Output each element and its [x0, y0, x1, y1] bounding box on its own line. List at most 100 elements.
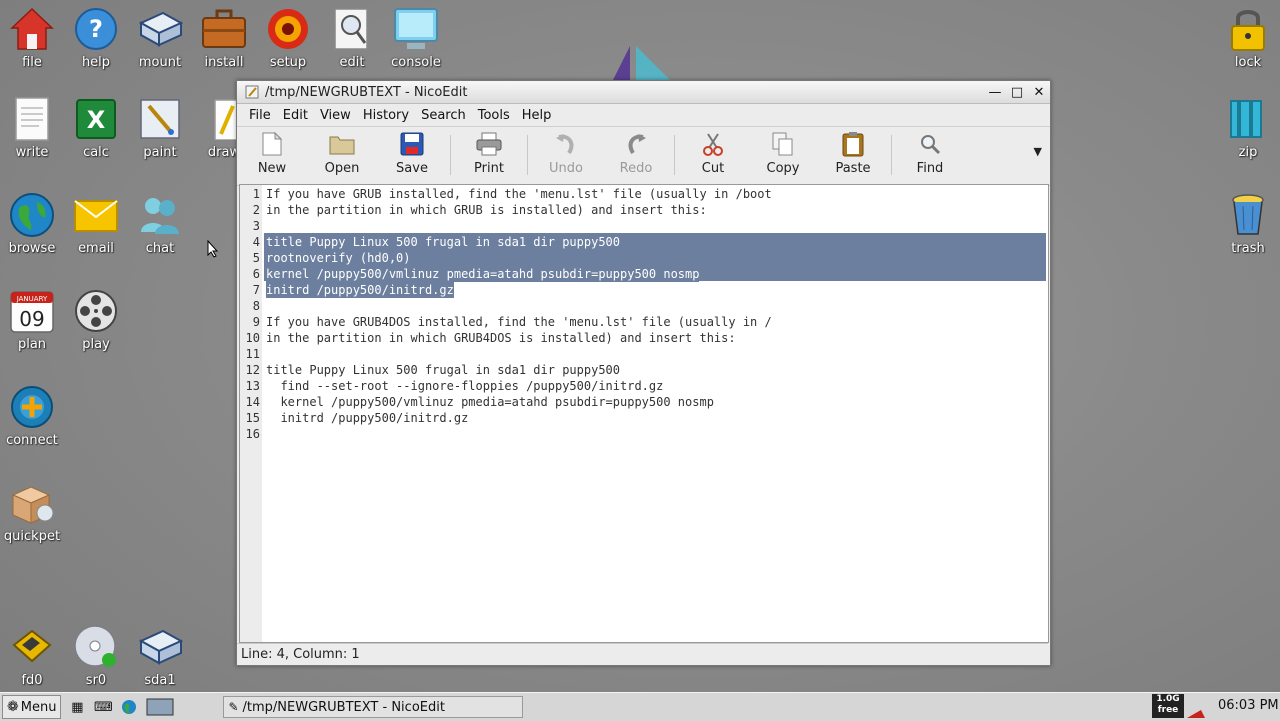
menu-help[interactable]: Help: [516, 108, 558, 123]
text-line[interactable]: 5 rootnoverify (hd0,0): [240, 250, 1046, 266]
text-editor-area[interactable]: 1 If you have GRUB installed, find the 'm…: [239, 184, 1049, 643]
printer-icon: [476, 127, 502, 161]
close-button[interactable]: ✕: [1028, 83, 1050, 101]
line-number: 5: [252, 251, 260, 265]
text-line[interactable]: 3: [240, 218, 1046, 234]
desktop-icon-paint[interactable]: paint: [128, 90, 192, 174]
browser-launcher-icon[interactable]: [119, 697, 139, 717]
menu-tools[interactable]: Tools: [472, 108, 516, 123]
svg-text:X: X: [87, 106, 106, 134]
menu-view[interactable]: View: [314, 108, 357, 123]
desktop-icon-play[interactable]: play: [64, 282, 128, 366]
text-line[interactable]: 13 find --set-root --ignore-floppies /pu…: [240, 378, 1046, 394]
desktop-icon-install[interactable]: install: [192, 0, 256, 84]
hard-drive-icon: [137, 624, 183, 670]
text-line[interactable]: 1 If you have GRUB installed, find the 'm…: [240, 186, 1046, 202]
paste-button[interactable]: Paste: [818, 127, 888, 185]
line-number: 15: [245, 411, 260, 425]
floppy-icon: [9, 624, 55, 670]
desktop-icon-trash[interactable]: trash: [1216, 186, 1280, 270]
mouse-cursor-icon: [207, 240, 219, 258]
maximize-button[interactable]: □: [1006, 83, 1028, 101]
line-text: initrd /puppy500/initrd.gz: [266, 411, 469, 425]
line-text: If you have GRUB installed, find the 'me…: [266, 187, 772, 201]
menu-search[interactable]: Search: [415, 108, 472, 123]
desktop-icon-help[interactable]: ? help: [64, 0, 128, 84]
desktop-icon-chat[interactable]: chat: [128, 186, 192, 270]
undo-button[interactable]: Undo: [531, 127, 601, 185]
show-desktop-icon[interactable]: [145, 697, 175, 717]
desktop-icon-fd0[interactable]: fd0: [0, 618, 64, 702]
desktop-icon-file[interactable]: file: [0, 0, 64, 84]
desktop-icon-lock[interactable]: lock: [1216, 0, 1280, 84]
calendar-icon: JANUARY 09: [9, 288, 55, 334]
toolbar-overflow-icon[interactable]: ▼: [1034, 145, 1042, 158]
home-icon: [9, 6, 55, 52]
redo-icon: [625, 127, 647, 161]
line-number: 7: [252, 283, 260, 297]
cut-button[interactable]: Cut: [678, 127, 748, 185]
line-text: find --set-root --ignore-floppies /puppy…: [266, 379, 664, 393]
desktop-icon-console[interactable]: console: [384, 0, 448, 84]
document-icon: [9, 96, 55, 142]
desktop-icon-setup[interactable]: setup: [256, 0, 320, 84]
save-button[interactable]: Save: [377, 127, 447, 185]
text-line[interactable]: 14 kernel /puppy500/vmlinuz pmedia=atahd…: [240, 394, 1046, 410]
desktop-icon-edit[interactable]: edit: [320, 0, 384, 84]
editor-app-icon: [245, 85, 259, 99]
line-number: 14: [245, 395, 260, 409]
desktop-icon-browse[interactable]: browse: [0, 186, 64, 270]
menu-history[interactable]: History: [357, 108, 415, 123]
desktop-icon-calc[interactable]: X calc: [64, 90, 128, 174]
text-line[interactable]: 11: [240, 346, 1046, 362]
text-line[interactable]: 4 title Puppy Linux 500 frugal in sda1 di…: [240, 234, 1046, 250]
window-titlebar[interactable]: /tmp/NEWGRUBTEXT - NicoEdit — □ ✕: [237, 81, 1050, 104]
network-activity-icon[interactable]: [1187, 696, 1215, 718]
text-line[interactable]: 16: [240, 426, 1046, 442]
desktop-icon-write[interactable]: write: [0, 90, 64, 174]
start-menu-button[interactable]: ❁ Menu: [2, 695, 62, 719]
puppy-logo-icon: ❁: [7, 699, 19, 715]
terminal-launcher-icon[interactable]: ▦: [67, 697, 87, 717]
cdrom-icon: [73, 624, 119, 670]
text-line[interactable]: 10 in the partition in which GRUB4DOS is …: [240, 330, 1046, 346]
desktop-icon-mount[interactable]: mount: [128, 0, 192, 84]
desktop-icon-sda1[interactable]: sda1: [128, 618, 192, 702]
copy-button[interactable]: Copy: [748, 127, 818, 185]
minimize-button[interactable]: —: [984, 83, 1006, 101]
desktop-icon-quickpet[interactable]: quickpet: [0, 474, 64, 558]
open-button[interactable]: Open: [307, 127, 377, 185]
zip-icon: [1225, 96, 1271, 142]
toolbar-separator: [891, 135, 892, 175]
lock-icon: [1225, 6, 1271, 52]
text-line[interactable]: 7 initrd /puppy500/initrd.gz: [240, 282, 1046, 298]
toolbar-separator: [527, 135, 528, 175]
text-line[interactable]: 12 title Puppy Linux 500 frugal in sda1 d…: [240, 362, 1046, 378]
desktop-icon-plan[interactable]: JANUARY 09 plan: [0, 282, 64, 366]
line-number: 6: [252, 267, 260, 281]
text-line[interactable]: 6 kernel /puppy500/vmlinuz pmedia=atahd p…: [240, 266, 1046, 282]
text-line[interactable]: 9 If you have GRUB4DOS installed, find th…: [240, 314, 1046, 330]
new-button[interactable]: New: [237, 127, 307, 185]
keyboard-icon[interactable]: ⌨: [93, 697, 113, 717]
line-text: title Puppy Linux 500 frugal in sda1 dir…: [266, 234, 621, 250]
line-text: kernel /puppy500/vmlinuz pmedia=atahd ps…: [266, 395, 714, 409]
find-button[interactable]: Find: [895, 127, 965, 185]
setup-icon: [265, 6, 311, 52]
text-line[interactable]: 2 in the partition in which GRUB is insta…: [240, 202, 1046, 218]
free-space-indicator[interactable]: 1.0G free: [1152, 694, 1184, 718]
print-button[interactable]: Print: [454, 127, 524, 185]
task-app-icon: ✎: [228, 700, 239, 714]
desktop-icon-connect[interactable]: connect: [0, 378, 64, 462]
monitor-icon: [393, 6, 439, 52]
desktop-icon-zip[interactable]: zip: [1216, 90, 1280, 174]
text-line[interactable]: 15 initrd /puppy500/initrd.gz: [240, 410, 1046, 426]
menu-file[interactable]: File: [243, 108, 277, 123]
text-line[interactable]: 8: [240, 298, 1046, 314]
desktop-icon-email[interactable]: email: [64, 186, 128, 270]
save-icon: [400, 127, 424, 161]
desktop-icon-sr0[interactable]: sr0: [64, 618, 128, 702]
redo-button[interactable]: Redo: [601, 127, 671, 185]
taskbar-task-nicoedit[interactable]: ✎ /tmp/NEWGRUBTEXT - NicoEdit: [223, 696, 524, 718]
menu-edit[interactable]: Edit: [277, 108, 314, 123]
